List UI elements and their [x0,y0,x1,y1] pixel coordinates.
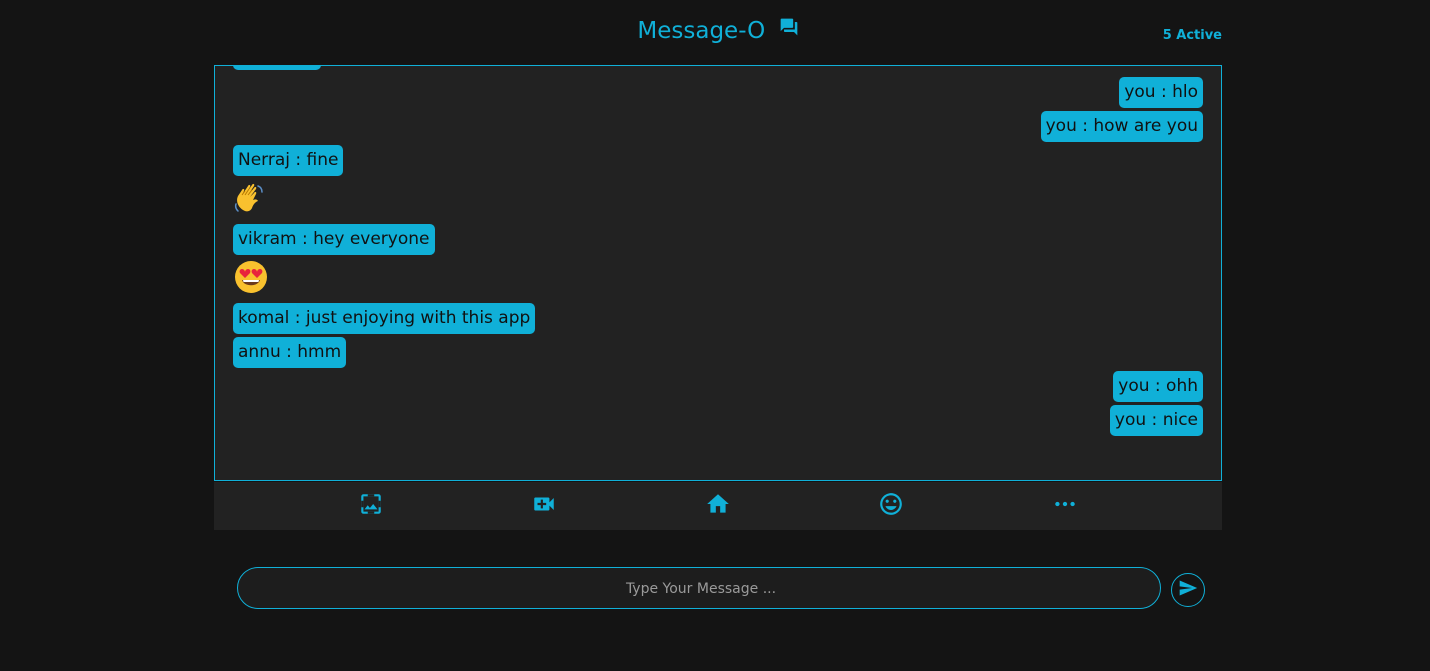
message-bubble: you : ohh [1113,371,1203,402]
message-input-wrap [237,567,1164,610]
message-row: komal : just enjoying with this app [233,303,1203,334]
image-icon [358,491,384,521]
home-button[interactable] [703,491,733,521]
send-button[interactable] [1171,573,1205,607]
message-input[interactable] [238,568,1164,610]
app-title-wrap: Message-O [214,14,1222,48]
header: Message-O 5 Active [214,14,1222,50]
image-button[interactable] [356,491,386,521]
message-row: Nerraj : fine [233,145,1203,176]
more-icon [1052,491,1078,521]
message-row [233,66,1203,70]
message-bubble: annu : hmm [233,337,347,368]
message-row: you : how are you [233,111,1203,142]
video-add-icon [531,491,557,521]
message-row: annu : hmm [233,337,1203,368]
message-bubble: you : hlo [1119,77,1203,108]
heart-eyes-emoji-icon [233,259,269,299]
message-row-emoji [233,258,1203,300]
chat-icon [779,13,799,47]
message-bubble-cut [233,66,321,70]
message-row: you : hlo [233,77,1203,108]
message-bubble: vikram : hey everyone [233,224,435,255]
waving-hand-emoji-icon [233,180,269,220]
message-row-emoji [233,179,1203,221]
video-call-button[interactable] [529,491,559,521]
message-bubble: you : how are you [1040,111,1203,142]
message-row: you : ohh [233,371,1203,402]
action-toolbar [214,482,1222,530]
smiley-icon [878,491,904,521]
message-row: you : nice [233,405,1203,436]
app-title: Message-O [637,18,766,44]
emoji-button[interactable] [876,491,906,521]
app-root: Message-O 5 Active you : hlo you : how a… [0,0,1430,671]
chat-window[interactable]: you : hlo you : how are you Nerraj : fin… [214,65,1222,481]
message-row: vikram : hey everyone [233,224,1203,255]
active-users-count: 5 Active [1162,28,1222,43]
message-bubble: Nerraj : fine [233,145,344,176]
message-bubble: you : nice [1109,405,1203,436]
message-list: you : hlo you : how are you Nerraj : fin… [233,66,1203,439]
message-bubble: komal : just enjoying with this app [233,303,536,334]
send-icon [1178,578,1198,602]
home-icon [705,491,731,521]
more-options-button[interactable] [1050,491,1080,521]
